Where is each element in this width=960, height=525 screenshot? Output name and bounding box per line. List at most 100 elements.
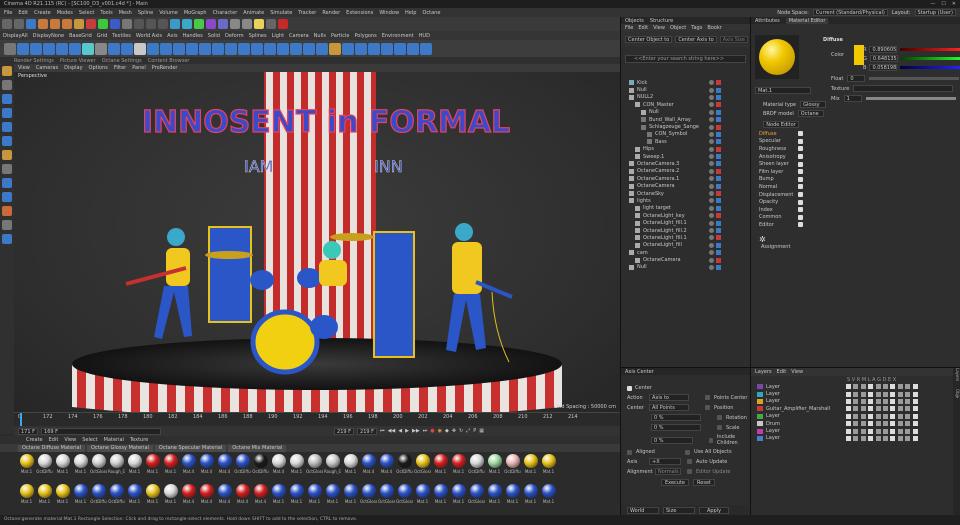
- object-row[interactable]: Bass: [621, 138, 751, 145]
- autokey-icon[interactable]: ◉: [438, 428, 442, 434]
- goto-start-icon[interactable]: ⏮: [380, 428, 385, 434]
- content-browser-link[interactable]: Content Browser: [148, 58, 190, 64]
- apply-button[interactable]: Apply: [699, 506, 729, 514]
- material-swatch[interactable]: Mat.1: [162, 482, 179, 510]
- visibility-icon[interactable]: [709, 124, 714, 130]
- material-swatch[interactable]: OctGloss: [396, 482, 413, 510]
- material-swatch[interactable]: Mat.1: [306, 482, 323, 510]
- channel-checkbox[interactable]: [798, 161, 803, 167]
- tab-octane-diffuse[interactable]: Octane Diffuse Material: [18, 444, 85, 452]
- layer-toggle-icon[interactable]: [853, 406, 859, 412]
- keyframe-icon[interactable]: ◆: [445, 428, 449, 434]
- object-tag-icon[interactable]: [716, 198, 721, 204]
- model-mode-icon[interactable]: [2, 80, 12, 90]
- locked-workplane-icon[interactable]: [2, 206, 12, 216]
- layer-toggle-icon[interactable]: [905, 428, 911, 434]
- text-icon[interactable]: [381, 42, 393, 55]
- layer-toggle-icon[interactable]: [853, 398, 859, 404]
- array-icon[interactable]: [277, 42, 289, 55]
- layer-toggle-icon[interactable]: [868, 413, 874, 419]
- layer-toggle-icon[interactable]: [875, 398, 881, 404]
- layer-toggle-icon[interactable]: [846, 384, 851, 390]
- axis-size-button[interactable]: Axis Size: [719, 35, 748, 43]
- layer-toggle-icon[interactable]: [905, 391, 911, 397]
- center-checkbox[interactable]: [627, 385, 632, 391]
- material-swatch[interactable]: Mat.1: [54, 482, 71, 510]
- toolbar-displaynone[interactable]: DisplayNone: [33, 33, 64, 39]
- material-swatch[interactable]: Mat.1: [288, 482, 305, 510]
- mat-menu-texture[interactable]: Texture: [130, 437, 148, 443]
- visibility-icon[interactable]: [709, 191, 714, 197]
- object-row[interactable]: OctaneLight_fill: [621, 242, 751, 249]
- y-percent-field[interactable]: 0 %: [651, 424, 701, 431]
- layer-row[interactable]: Layer: [751, 398, 960, 405]
- picture-viewer-link[interactable]: Picture Viewer: [60, 58, 96, 64]
- layer-toggle-icon[interactable]: [853, 413, 859, 419]
- connect-icon[interactable]: [160, 42, 172, 55]
- channel-row[interactable]: Film layer: [759, 168, 819, 176]
- octane-icon[interactable]: [278, 19, 288, 29]
- object-tag-icon[interactable]: [716, 191, 721, 197]
- channel-checkbox[interactable]: [798, 138, 803, 144]
- action-select[interactable]: Axis to: [649, 394, 689, 401]
- visibility-icon[interactable]: [709, 257, 714, 263]
- menu-edit[interactable]: Edit: [18, 10, 28, 16]
- material-swatch[interactable]: Mat.1: [126, 482, 143, 510]
- material-swatch[interactable]: OctGloss: [90, 452, 107, 480]
- undo-icon[interactable]: [2, 19, 12, 29]
- object-tag-icon[interactable]: [716, 161, 721, 167]
- live-select-icon[interactable]: [26, 19, 36, 29]
- polygon-icon[interactable]: [30, 42, 42, 55]
- visibility-icon[interactable]: [709, 80, 714, 86]
- toolbar-polygons[interactable]: Polygons: [354, 33, 376, 39]
- material-swatch[interactable]: OctDiffu: [396, 452, 413, 480]
- viewport-menu-prorender[interactable]: ProRender: [152, 65, 178, 71]
- menu-tools[interactable]: Tools: [100, 10, 112, 16]
- channel-row[interactable]: Specular: [759, 138, 819, 146]
- obj-menu-file[interactable]: File: [625, 25, 633, 31]
- channel-checkbox[interactable]: [798, 169, 803, 175]
- visibility-icon[interactable]: [709, 102, 714, 108]
- channel-row[interactable]: Editor: [759, 221, 819, 229]
- mat-menu-view[interactable]: View: [64, 437, 76, 443]
- visibility-icon[interactable]: [709, 139, 714, 145]
- layer-color-icon[interactable]: [757, 391, 763, 397]
- execute-button[interactable]: Execute: [661, 479, 689, 486]
- layer-toggle-icon[interactable]: [860, 398, 866, 404]
- menu-animate[interactable]: Animate: [243, 10, 264, 16]
- render-settings-link[interactable]: Render Settings: [14, 58, 54, 64]
- workplane-icon[interactable]: [121, 42, 133, 55]
- object-tag-icon[interactable]: [716, 131, 721, 137]
- float-field[interactable]: 0: [847, 75, 866, 82]
- texture-icon[interactable]: [69, 42, 81, 55]
- object-icon[interactable]: [17, 42, 29, 55]
- layer-toggle-icon[interactable]: [897, 413, 903, 419]
- material-swatch[interactable]: Mat.1: [432, 452, 449, 480]
- viewport[interactable]: Perspective INNOSENT in FORMAL IAM INN G…: [14, 72, 620, 412]
- lock-icon[interactable]: [147, 42, 159, 55]
- render-picture-viewer-icon[interactable]: [146, 19, 156, 29]
- material-swatch[interactable]: Mat.1: [450, 482, 467, 510]
- axis-icon[interactable]: [95, 42, 107, 55]
- menu-mograph[interactable]: MoGraph: [184, 10, 207, 16]
- material-swatch[interactable]: Mat.1: [270, 482, 287, 510]
- material-swatch[interactable]: Mat.1: [18, 482, 35, 510]
- material-swatch[interactable]: OctDiffu: [234, 452, 251, 480]
- viewport-menu-panel[interactable]: Panel: [132, 65, 146, 71]
- object-tag-icon[interactable]: [716, 235, 721, 241]
- visibility-icon[interactable]: [709, 198, 714, 204]
- x-percent-field[interactable]: 0 %: [651, 414, 701, 421]
- extrude-icon[interactable]: [212, 42, 224, 55]
- layer-color-icon[interactable]: [757, 421, 763, 427]
- g-slider[interactable]: [900, 57, 960, 60]
- layer-color-icon[interactable]: [757, 398, 763, 404]
- object-tag-icon[interactable]: [716, 109, 721, 115]
- material-swatch[interactable]: Mat.1: [450, 452, 467, 480]
- object-row[interactable]: OctaneLight_fill.1: [621, 219, 751, 226]
- layer-toggle-icon[interactable]: [853, 428, 859, 434]
- start-frame-field[interactable]: 171 F: [18, 427, 39, 435]
- mix-field[interactable]: 1: [843, 95, 862, 102]
- tracer-icon[interactable]: [394, 42, 406, 55]
- visibility-icon[interactable]: [709, 220, 714, 226]
- layer-toggle-icon[interactable]: [912, 428, 918, 434]
